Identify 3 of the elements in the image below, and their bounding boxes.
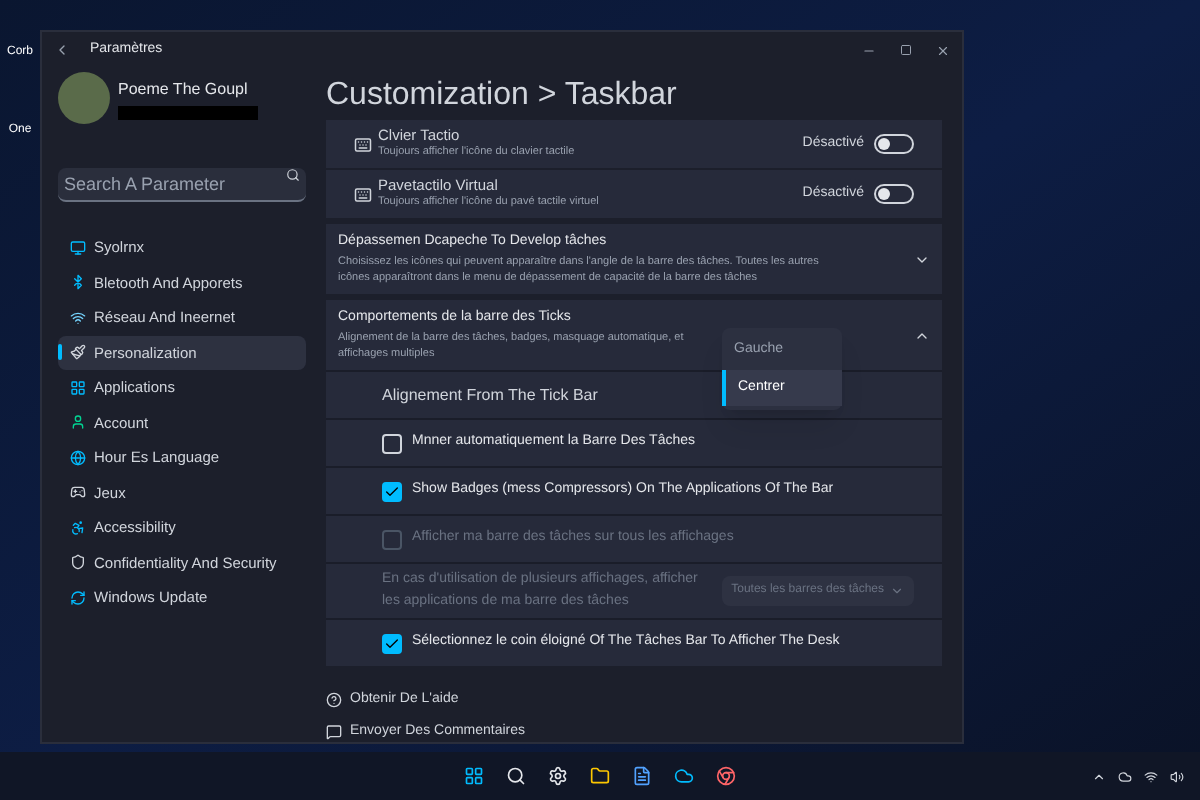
setting-label: Alignement From The Tick Bar: [380, 383, 598, 407]
page-title: Customization > Taskbar: [326, 76, 679, 116]
profile-name: Poeme The Goupl: [118, 77, 250, 101]
